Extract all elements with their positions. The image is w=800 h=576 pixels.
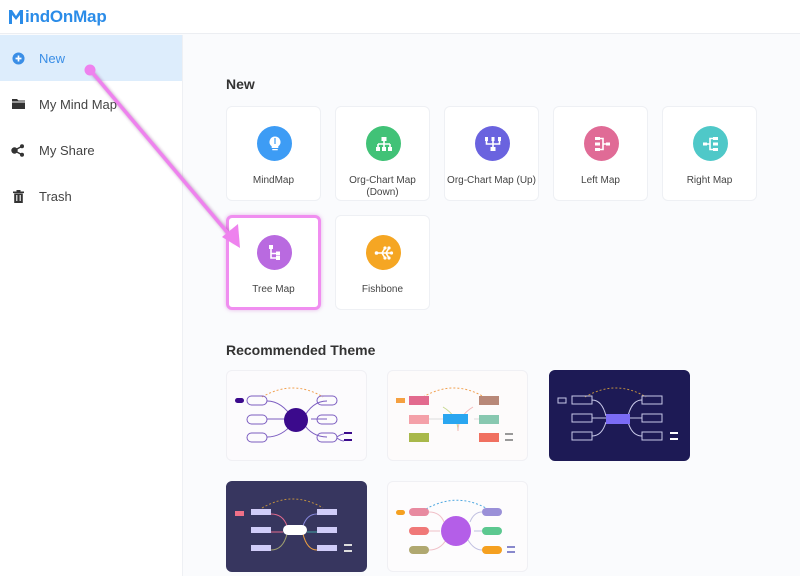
template-label: Org-Chart Map (Up) bbox=[447, 175, 536, 186]
theme-preview bbox=[396, 499, 515, 554]
sidebar-item-label: New bbox=[39, 50, 66, 66]
lightbulb-icon bbox=[257, 126, 292, 161]
sidebar-item-trash[interactable]: Trash bbox=[0, 173, 182, 219]
org-chart-up-icon bbox=[475, 126, 510, 161]
theme-card-colorful-rect[interactable] bbox=[387, 370, 528, 461]
sidebar-item-label: Trash bbox=[39, 188, 72, 204]
left-map-icon bbox=[584, 126, 619, 161]
sidebar: New My Mind Map My Share Trash bbox=[0, 35, 183, 576]
app-header: indOnMap bbox=[0, 0, 800, 34]
theme-card-dark-slate[interactable] bbox=[226, 481, 367, 572]
sidebar-item-my-share[interactable]: My Share bbox=[0, 127, 182, 173]
template-label-line2: (Down) bbox=[366, 187, 399, 198]
template-label: Tree Map bbox=[252, 284, 295, 295]
app-logo[interactable]: indOnMap bbox=[8, 7, 107, 27]
theme-preview bbox=[235, 498, 352, 552]
template-card-right-map[interactable]: Right Map bbox=[662, 106, 757, 201]
theme-card-dark-navy[interactable] bbox=[549, 370, 690, 461]
theme-card-pastel-circle[interactable] bbox=[387, 481, 528, 572]
tree-map-icon bbox=[257, 235, 292, 270]
theme-preview bbox=[557, 387, 678, 441]
template-card-fishbone[interactable]: Fishbone bbox=[335, 215, 430, 310]
template-label: Org-Chart Map (Down) bbox=[336, 175, 429, 199]
logo-text: indOnMap bbox=[25, 7, 107, 26]
template-card-tree-map[interactable]: Tree Map bbox=[226, 215, 321, 310]
template-card-org-chart-up[interactable]: Org-Chart Map (Up) bbox=[444, 106, 539, 201]
org-chart-down-icon bbox=[366, 126, 401, 161]
template-label: MindMap bbox=[252, 175, 295, 186]
sidebar-item-my-mind-map[interactable]: My Mind Map bbox=[0, 81, 182, 127]
template-label: Left Map bbox=[581, 175, 620, 186]
new-section-title: New bbox=[226, 76, 255, 92]
sidebar-item-label: My Mind Map bbox=[39, 96, 118, 112]
template-card-left-map[interactable]: Left Map bbox=[553, 106, 648, 201]
sidebar-item-new[interactable]: New bbox=[0, 35, 182, 81]
template-label-line1: Org-Chart Map bbox=[349, 175, 416, 186]
share-icon bbox=[11, 143, 25, 157]
template-label: Right Map bbox=[686, 175, 733, 186]
theme-card-purple-classic[interactable] bbox=[226, 370, 367, 461]
template-label: Fishbone bbox=[361, 284, 404, 295]
trash-icon bbox=[11, 189, 25, 203]
template-card-org-chart-down[interactable]: Org-Chart Map (Down) bbox=[335, 106, 430, 201]
plus-circle-icon bbox=[11, 51, 25, 65]
theme-preview bbox=[235, 387, 352, 443]
theme-preview bbox=[396, 387, 513, 442]
theme-section-title: Recommended Theme bbox=[226, 342, 376, 358]
fishbone-icon bbox=[366, 235, 401, 270]
sidebar-item-label: My Share bbox=[39, 142, 95, 158]
template-card-mindmap[interactable]: MindMap bbox=[226, 106, 321, 201]
main-content: New MindMap Org-Chart Map (Down) Org-Cha… bbox=[184, 35, 800, 576]
logo-m-icon bbox=[9, 10, 23, 24]
folder-icon bbox=[11, 97, 25, 111]
right-map-icon bbox=[693, 126, 728, 161]
